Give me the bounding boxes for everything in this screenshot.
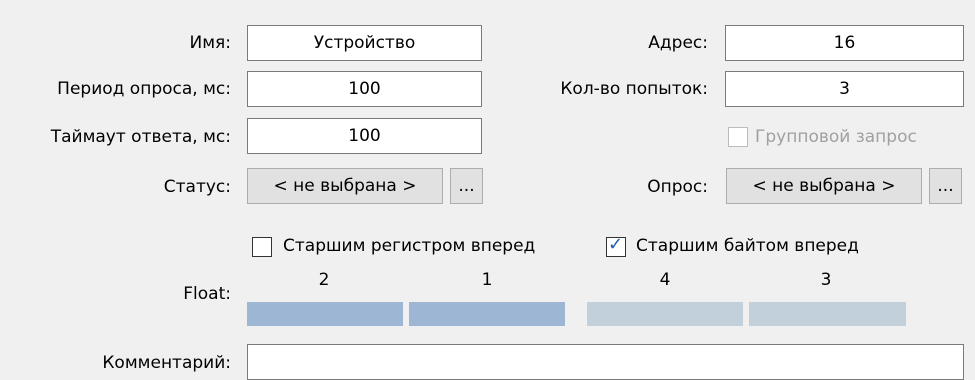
attempts-label: Кол-во попыток: — [560, 79, 708, 99]
high-byte-first-checkbox[interactable]: ✓ — [606, 234, 626, 257]
status-select-button[interactable]: < не выбрана > — [247, 168, 443, 204]
poll-browse-button[interactable]: ... — [929, 168, 962, 204]
byte-order-2: 1 — [481, 270, 493, 290]
byte-order-1: 2 — [318, 270, 330, 290]
byte-segment-1 — [247, 302, 403, 326]
address-label: Адрес: — [648, 33, 708, 53]
checkmark-icon: ✓ — [608, 234, 624, 255]
name-label: Имя: — [189, 33, 232, 53]
comment-field[interactable] — [247, 344, 964, 380]
poll-label: Опрос: — [647, 177, 708, 197]
byte-segment-2 — [409, 302, 565, 326]
byte-segment-4 — [749, 302, 906, 326]
high-register-first-checkbox[interactable] — [252, 237, 272, 257]
response-timeout-field[interactable]: 100 — [247, 118, 482, 154]
byte-order-4: 3 — [820, 270, 832, 290]
high-register-first-label: Старшим регистром вперед — [283, 236, 536, 256]
response-timeout-label: Таймаут ответа, мс: — [50, 127, 231, 147]
address-field[interactable]: 16 — [725, 25, 964, 61]
group-request-checkbox[interactable] — [728, 127, 748, 147]
float-label: Float: — [183, 284, 231, 304]
status-label: Статус: — [163, 177, 231, 197]
name-field[interactable]: Устройство — [247, 25, 482, 61]
poll-select-button[interactable]: < не выбрана > — [726, 168, 922, 204]
comment-label: Комментарий: — [102, 353, 231, 373]
byte-segment-3 — [587, 302, 743, 326]
byte-order-3: 4 — [659, 270, 671, 290]
attempts-field[interactable]: 3 — [725, 71, 964, 107]
poll-period-label: Период опроса, мс: — [57, 79, 231, 99]
status-browse-button[interactable]: ... — [450, 168, 483, 204]
group-request-label: Групповой запрос — [755, 127, 917, 147]
poll-period-field[interactable]: 100 — [247, 71, 482, 107]
high-byte-first-label: Старшим байтом вперед — [636, 236, 859, 256]
